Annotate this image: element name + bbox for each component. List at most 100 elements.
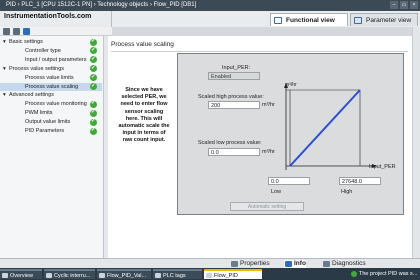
properties-icon bbox=[231, 261, 238, 267]
taskbar-item-label: PLC tags bbox=[163, 273, 186, 279]
expand-arrow-icon[interactable]: ▾ bbox=[3, 65, 6, 73]
status-check-icon bbox=[90, 126, 97, 135]
status-check-icon bbox=[90, 117, 97, 126]
nav-item[interactable]: Controller type bbox=[0, 46, 102, 55]
status-check-icon bbox=[90, 46, 97, 55]
tab-info[interactable]: Info bbox=[284, 260, 306, 268]
status-ok-icon bbox=[351, 271, 357, 277]
site-name: InstrumentationTools.com bbox=[4, 13, 92, 20]
nav-item[interactable]: ▾ Basic settings bbox=[0, 37, 102, 46]
status-text: The project PID was s... bbox=[359, 271, 418, 277]
nav-item[interactable]: Process value monitoring bbox=[0, 99, 102, 108]
graph-x-label: Input_PER bbox=[369, 164, 396, 170]
taskbar-item-label: Cyclic interru... bbox=[54, 273, 91, 279]
expand-arrow-icon[interactable]: ▾ bbox=[3, 91, 6, 99]
nav-item-label: Output value limits bbox=[25, 119, 71, 126]
low-value-input[interactable]: 0.0 bbox=[268, 177, 310, 185]
nav-toolbar bbox=[0, 27, 112, 36]
tab-properties-label: Properties bbox=[240, 260, 270, 267]
taskbar-item[interactable]: Overview bbox=[0, 269, 42, 279]
scaled-low-input[interactable]: 0.0 bbox=[208, 148, 260, 156]
nav-item-label: PWM limits bbox=[25, 110, 53, 117]
vertical-scrollbar[interactable] bbox=[412, 27, 420, 258]
close-button[interactable]: × bbox=[410, 1, 418, 9]
scaled-high-input[interactable]: 200 bbox=[208, 101, 260, 109]
view-tabs: Functional view Parameter view bbox=[112, 11, 420, 27]
expand-all-icon[interactable] bbox=[3, 28, 10, 35]
nav-item[interactable]: ▾ Process value settings bbox=[0, 64, 102, 73]
nav-item[interactable]: Output value limits bbox=[0, 117, 102, 126]
inspector-tabs: Properties Info Diagnostics bbox=[0, 258, 420, 268]
taskbar-item[interactable]: Cyclic interru... bbox=[44, 269, 95, 279]
window-title-bar: PID › PLC_1 [CPU 1512C-1 PN] › Technolog… bbox=[0, 0, 420, 11]
nav-item-label: Basic settings bbox=[9, 39, 43, 45]
tab-parameter-label: Parameter view bbox=[366, 17, 412, 24]
taskbar-item[interactable]: Flow_PID bbox=[204, 269, 262, 279]
nav-item[interactable]: Process value limits bbox=[0, 73, 102, 82]
taskbar-item-label: Flow_PID_Val... bbox=[107, 273, 147, 279]
nav-item-label: Process value settings bbox=[9, 65, 65, 72]
status-check-icon bbox=[90, 82, 97, 90]
window-controls: – ▭ × bbox=[390, 1, 418, 9]
collapse-all-icon[interactable] bbox=[13, 28, 20, 35]
editor-icon bbox=[155, 273, 161, 278]
editor-icon bbox=[206, 273, 212, 278]
tab-diagnostics-label: Diagnostics bbox=[332, 260, 366, 267]
input-per-label: Input_PER: bbox=[222, 65, 251, 71]
nav-item[interactable]: PID Parameters bbox=[0, 126, 102, 135]
nav-item[interactable]: PWM limits bbox=[0, 108, 102, 117]
high-label: High bbox=[341, 189, 353, 195]
status-check-icon bbox=[90, 108, 97, 117]
status-check-icon bbox=[90, 73, 97, 82]
info-icon bbox=[285, 261, 292, 267]
diagnostics-icon bbox=[323, 261, 330, 267]
editor-icon bbox=[2, 273, 8, 278]
nav-item[interactable]: ▾ Advanced settings bbox=[0, 91, 102, 99]
tab-info-label: Info bbox=[294, 260, 306, 267]
nav-item-label: Advanced settings bbox=[9, 92, 54, 99]
restore-button[interactable]: ▭ bbox=[400, 1, 408, 9]
tab-properties[interactable]: Properties bbox=[230, 260, 270, 268]
editor-icon bbox=[46, 273, 52, 278]
nav-item-label: Process value scaling bbox=[25, 83, 79, 90]
nav-item-label: Input / output parameters bbox=[25, 56, 87, 63]
status-check-icon bbox=[90, 64, 97, 73]
taskbar-item[interactable]: PLC tags bbox=[153, 269, 202, 279]
status-check-icon bbox=[90, 37, 97, 46]
input-per-field: Enabled bbox=[208, 72, 260, 80]
tab-diagnostics[interactable]: Diagnostics bbox=[322, 260, 366, 268]
minimize-button[interactable]: – bbox=[390, 1, 398, 9]
scaled-low-label: Scaled low process value: bbox=[198, 140, 262, 146]
site-header: InstrumentationTools.com bbox=[0, 11, 112, 27]
expand-arrow-icon[interactable]: ▾ bbox=[3, 38, 6, 46]
functional-view-icon bbox=[274, 17, 282, 24]
nav-item[interactable]: Input / output parameters bbox=[0, 55, 102, 64]
low-label: Low bbox=[271, 189, 282, 195]
status-check-icon bbox=[90, 55, 97, 64]
section-divider bbox=[111, 51, 408, 52]
taskbar-item[interactable]: Flow_PID_Val... bbox=[97, 269, 151, 279]
nav-item-label: Process value monitoring bbox=[25, 101, 87, 108]
tab-functional-view[interactable]: Functional view bbox=[270, 13, 348, 26]
high-value-input[interactable]: 27648.0 bbox=[339, 177, 381, 185]
settings-nav-tree: ▾Basic settingsController typeInput / ou… bbox=[0, 36, 104, 258]
editor-icon bbox=[99, 273, 105, 278]
scaling-graph bbox=[284, 83, 377, 170]
nav-item-label: PID Parameters bbox=[25, 128, 65, 134]
scaling-line bbox=[289, 89, 361, 167]
scaled-high-unit: m³/hr bbox=[262, 102, 275, 108]
status-message: The project PID was s... bbox=[350, 269, 420, 279]
save-view-icon[interactable] bbox=[23, 28, 30, 35]
tab-parameter-view[interactable]: Parameter view bbox=[350, 13, 418, 26]
taskbar-item-label: Flow_PID bbox=[214, 273, 238, 279]
nav-item-label: Controller type bbox=[25, 47, 61, 54]
status-check-icon bbox=[90, 99, 97, 108]
breadcrumb: PID › PLC_1 [CPU 1512C-1 PN] › Technolog… bbox=[6, 2, 197, 8]
annotation-note: Since we have selected PER, we need to e… bbox=[118, 87, 170, 144]
automatic-setting-button[interactable]: Automatic setting bbox=[230, 202, 304, 211]
scaled-low-unit: m³/hr bbox=[262, 149, 275, 155]
parameter-view-icon bbox=[354, 17, 362, 24]
scaled-high-label: Scaled high process value: bbox=[198, 94, 264, 100]
nav-item[interactable]: Process value scaling bbox=[0, 82, 102, 91]
nav-item-label: Process value limits bbox=[25, 74, 74, 81]
